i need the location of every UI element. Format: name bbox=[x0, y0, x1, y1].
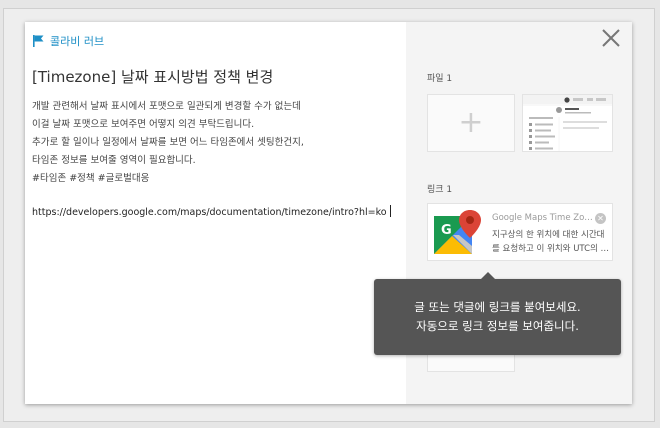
workspace-label[interactable]: 콜라비 러브 bbox=[33, 33, 104, 49]
google-maps-logo: G bbox=[434, 210, 481, 254]
screenshot-thumbnail-image bbox=[523, 95, 612, 151]
link-description: 지구상의 한 위치에 대한 시간대 를 요청하고 이 위치와 UTC의 … bbox=[492, 228, 610, 256]
link-preview-card[interactable]: G Google Maps Time Zone A… ✕ 지구상의 한 위치에 … bbox=[427, 203, 613, 261]
post-title[interactable]: [Timezone] 날짜 표시방법 정책 변경 bbox=[32, 66, 273, 87]
link-description-line: 지구상의 한 위치에 대한 시간대 bbox=[492, 230, 605, 240]
link-title: Google Maps Time Zone A… bbox=[492, 213, 594, 223]
post-body-line: 타임존 정보를 보여줄 영역이 필요합니다. bbox=[32, 155, 196, 166]
file-thumbnail[interactable] bbox=[522, 94, 613, 152]
post-body-line: 개발 관련해서 날짜 표시에서 포맷으로 일관되게 변경할 수가 없는데 bbox=[32, 101, 301, 112]
post-body[interactable]: 개발 관련해서 날짜 표시에서 포맷으로 일관되게 변경할 수가 없는데 이걸 … bbox=[32, 98, 402, 188]
links-section-label: 링크 1 bbox=[427, 185, 453, 195]
link-hint-tooltip: 글 또는 댓글에 링크를 붙여보세요. 자동으로 링크 정보를 보여줍니다. bbox=[374, 272, 621, 355]
flag-icon bbox=[33, 35, 44, 47]
close-icon[interactable] bbox=[600, 27, 622, 49]
tooltip-line: 자동으로 링크 정보를 보여줍니다. bbox=[416, 319, 579, 333]
tooltip-arrow bbox=[481, 272, 495, 279]
post-url-text: https://developers.google.com/maps/docum… bbox=[32, 207, 387, 218]
post-body-line: 이걸 날짜 포맷으로 보여주면 어떻지 의견 부탁드립니다. bbox=[32, 119, 255, 130]
post-hashtags: #타임존 #정책 #글로벌대응 bbox=[32, 173, 150, 184]
link-description-line: 를 요청하고 이 위치와 UTC의 … bbox=[492, 244, 610, 254]
plus-icon: + bbox=[458, 105, 484, 140]
files-section-label: 파일 1 bbox=[427, 74, 453, 84]
text-caret bbox=[389, 205, 391, 217]
post-content-pane: 콜라비 러브 [Timezone] 날짜 표시방법 정책 변경 개발 관련해서 … bbox=[25, 22, 406, 404]
workspace-name: 콜라비 러브 bbox=[50, 35, 105, 48]
close-circle-icon[interactable]: ✕ bbox=[595, 213, 606, 224]
svg-text:G: G bbox=[441, 223, 452, 238]
post-url[interactable]: https://developers.google.com/maps/docum… bbox=[32, 205, 391, 218]
add-file-button[interactable]: + bbox=[427, 94, 515, 152]
tooltip-line: 글 또는 댓글에 링크를 붙여보세요. bbox=[414, 300, 581, 314]
post-body-line: 추가로 할 일이나 일정에서 날짜를 보면 어느 타임존에서 셋팅한건지, bbox=[32, 137, 304, 148]
